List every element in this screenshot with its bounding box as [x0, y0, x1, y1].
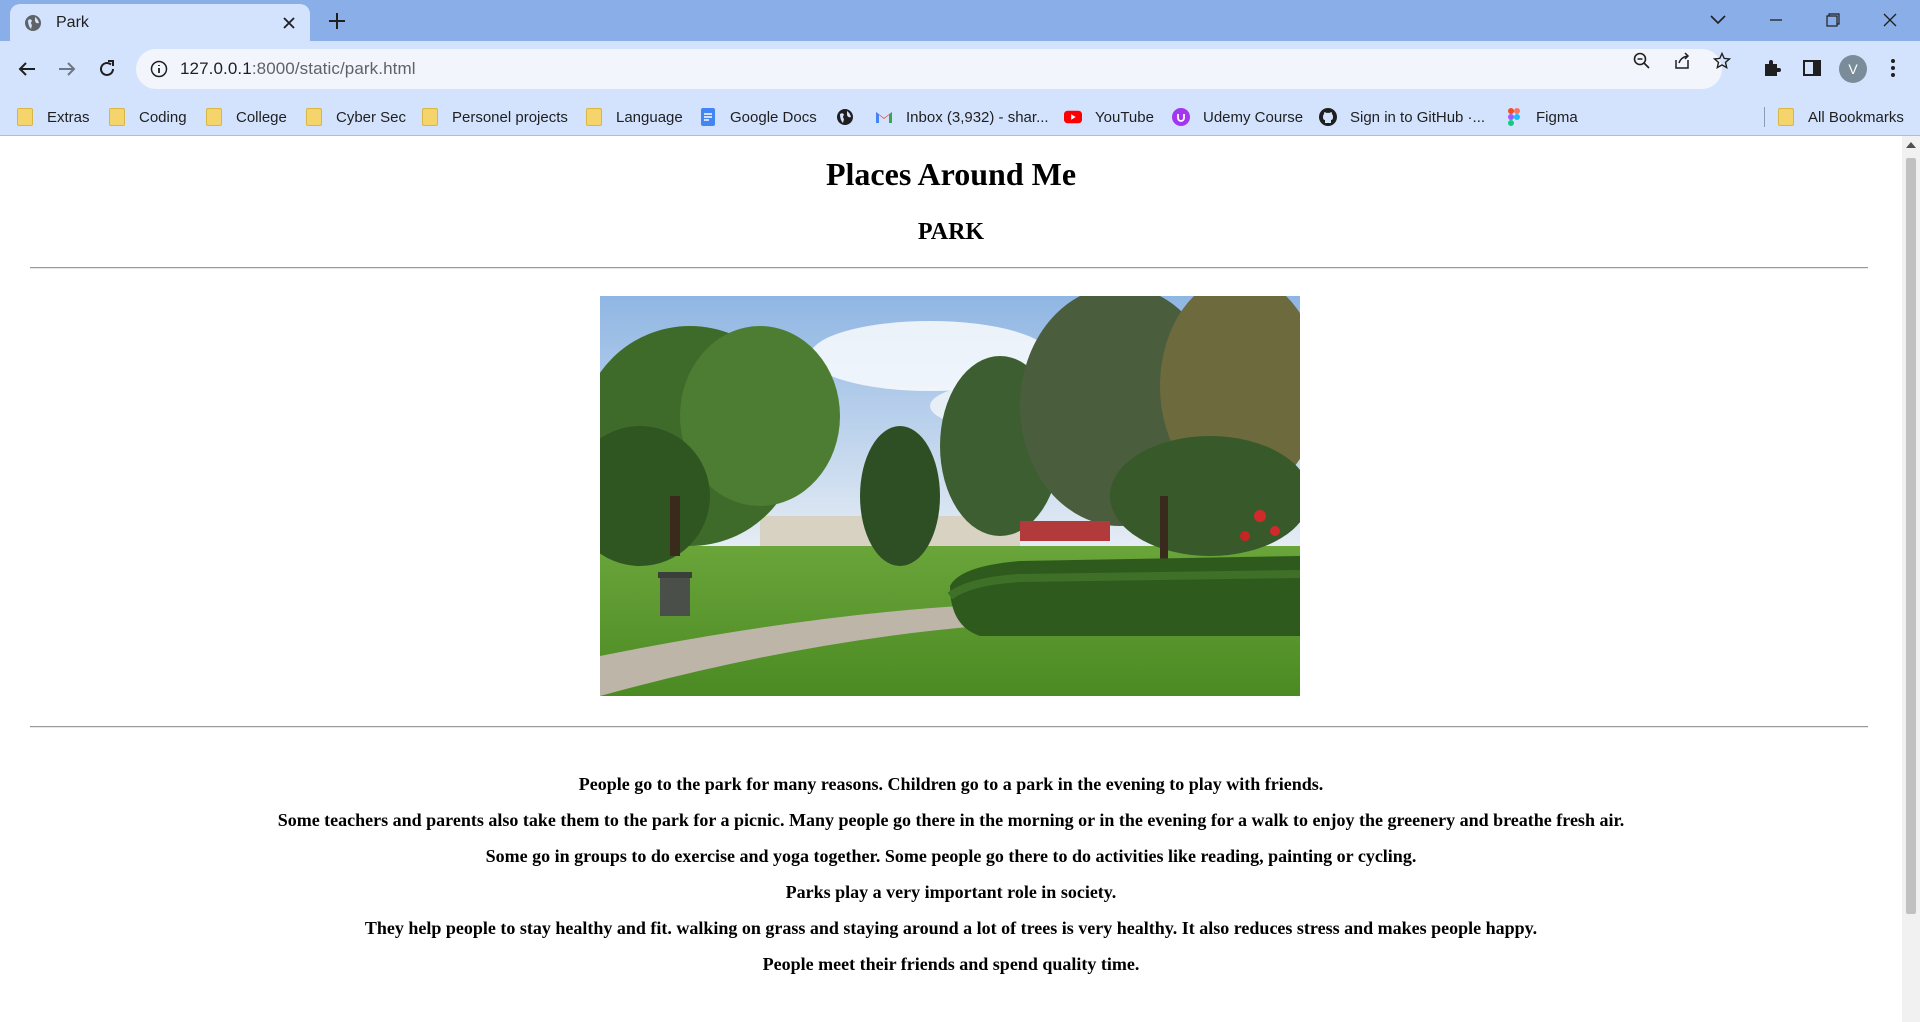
bookmark-language[interactable]: Language — [585, 106, 683, 128]
scroll-up-arrow-icon[interactable] — [1902, 136, 1920, 154]
forward-arrow-icon[interactable] — [53, 55, 81, 83]
close-window-icon[interactable] — [1878, 8, 1902, 32]
bookmark-label: Inbox (3,932) - shar... — [906, 108, 1049, 126]
bookmark-star-icon[interactable] — [1712, 51, 1732, 71]
bottom-divider — [30, 726, 1868, 728]
url-text[interactable]: 127.0.0.1:8000/static/park.html — [180, 59, 416, 79]
minimize-icon[interactable] — [1764, 8, 1788, 32]
bookmark-coding[interactable]: Coding — [108, 106, 187, 128]
bookmark-personel-projects[interactable]: Personel projects — [421, 106, 568, 128]
menu-kebab-icon[interactable] — [1880, 55, 1906, 81]
paragraph: Some go in groups to do exercise and yog… — [485, 846, 1417, 866]
extensions-puzzle-icon[interactable] — [1759, 55, 1785, 81]
top-divider — [30, 267, 1868, 269]
bookmark-extras[interactable]: Extras — [16, 106, 90, 128]
park-photo — [600, 296, 1300, 696]
bookmark-gmail-inbox[interactable]: Inbox (3,932) - shar... — [875, 106, 1049, 128]
bookmark-label: Extras — [47, 108, 90, 126]
bookmarks-separator — [1764, 107, 1765, 127]
close-tab-icon[interactable] — [280, 14, 298, 32]
folder-icon — [305, 108, 323, 126]
paragraph: Some teachers and parents also take them… — [277, 810, 1625, 830]
bookmark-label: Figma — [1536, 108, 1578, 126]
udemy-icon — [1172, 108, 1190, 126]
site-info-icon[interactable] — [150, 60, 168, 78]
bookmark-label: College — [236, 108, 287, 126]
bookmark-label: Language — [616, 108, 683, 126]
address-bar[interactable]: 127.0.0.1:8000/static/park.html — [136, 49, 1722, 89]
bookmark-google-docs[interactable]: Google Docs — [699, 106, 817, 128]
bookmark-udemy-course[interactable]: Udemy Course — [1172, 106, 1303, 128]
bookmark-label: All Bookmarks — [1808, 108, 1904, 126]
share-icon[interactable] — [1672, 51, 1692, 71]
url-host: 127.0.0.1 — [180, 59, 252, 78]
globe-icon — [836, 108, 854, 126]
folder-icon — [205, 108, 223, 126]
bookmark-github[interactable]: Sign in to GitHub ·... — [1319, 106, 1485, 128]
folder-icon — [585, 108, 603, 126]
browser-tab[interactable]: Park — [10, 4, 310, 41]
paragraph: People go to the park for many reasons. … — [578, 774, 1324, 794]
new-tab-icon[interactable] — [326, 10, 348, 32]
bookmark-label: Google Docs — [730, 108, 817, 126]
folder-icon — [16, 108, 34, 126]
back-arrow-icon[interactable] — [13, 55, 41, 83]
page-subtitle: PARK — [917, 219, 985, 245]
bookmark-label: Sign in to GitHub ·... — [1350, 108, 1486, 126]
bookmark-youtube[interactable]: YouTube — [1064, 106, 1154, 128]
reload-icon[interactable] — [93, 55, 121, 83]
zoom-icon[interactable] — [1632, 51, 1652, 71]
bookmark-college[interactable]: College — [205, 106, 287, 128]
github-icon — [1319, 108, 1337, 126]
bookmark-label: YouTube — [1095, 108, 1154, 126]
folder-icon — [108, 108, 126, 126]
globe-icon — [24, 14, 42, 32]
paragraph: Parks play a very important role in soci… — [785, 882, 1117, 902]
url-path: :8000/static/park.html — [251, 59, 416, 78]
vertical-scrollbar[interactable] — [1902, 136, 1920, 1022]
folder-icon — [421, 108, 439, 126]
page-content: Places Around Me PARK People go to the p… — [0, 136, 1902, 1022]
bookmarks-bar: Extras Coding College Cyber Sec Personel… — [0, 98, 1920, 136]
profile-avatar[interactable]: V — [1839, 55, 1867, 83]
bookmark-figma[interactable]: Figma — [1505, 106, 1578, 128]
side-panel-icon[interactable] — [1799, 55, 1825, 81]
tab-title: Park — [56, 13, 89, 31]
youtube-icon — [1064, 108, 1082, 126]
browser-toolbar: 127.0.0.1:8000/static/park.html V — [0, 41, 1920, 98]
browser-title-bar: Park — [0, 0, 1920, 41]
all-bookmarks[interactable]: All Bookmarks — [1777, 106, 1904, 128]
folder-icon — [1777, 108, 1795, 126]
bookmark-label: Coding — [139, 108, 187, 126]
paragraph: They help people to stay healthy and fit… — [364, 918, 1538, 938]
bookmark-label: Cyber Sec — [336, 108, 407, 126]
bookmark-label: Udemy Course — [1203, 108, 1304, 126]
google-docs-icon — [699, 108, 717, 126]
bookmark-label: Personel projects — [452, 108, 568, 126]
gmail-icon — [875, 108, 893, 126]
scrollbar-thumb[interactable] — [1906, 158, 1916, 914]
bookmark-cyber-sec[interactable]: Cyber Sec — [305, 106, 406, 128]
restore-icon[interactable] — [1821, 8, 1845, 32]
bookmark-globe[interactable] — [836, 106, 867, 128]
tab-search-icon[interactable] — [1706, 8, 1730, 32]
figma-icon — [1505, 108, 1523, 126]
paragraph: People meet their friends and spend qual… — [762, 954, 1140, 974]
page-title: Places Around Me — [825, 156, 1077, 192]
